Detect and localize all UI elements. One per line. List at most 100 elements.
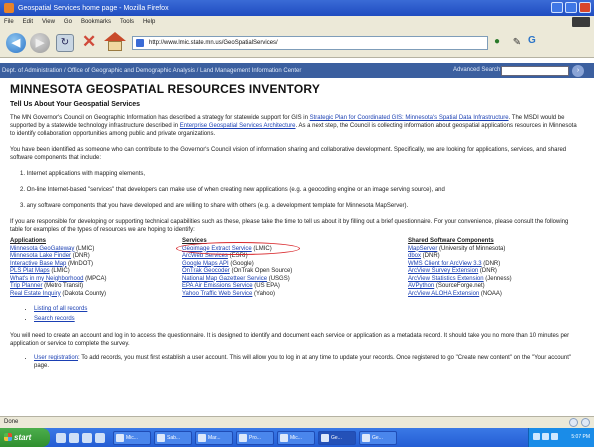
list-item: Yahoo Traffic Web Service (Yahoo) (182, 290, 275, 297)
quick-launch-icon[interactable] (82, 432, 92, 443)
menu-tools[interactable]: Tools (120, 19, 134, 25)
tray-icon[interactable] (533, 433, 540, 440)
list-item: National Map Gazetteer Service (USGS) (182, 275, 290, 282)
menu-view[interactable]: View (42, 19, 55, 25)
list-item: MapServer (University of Minnesota) (408, 245, 506, 252)
go-button[interactable]: ● (494, 36, 500, 47)
user-registration-link[interactable]: User registration (34, 355, 78, 361)
shared-components-column: Shared Software Components MapServer (Un… (408, 238, 578, 298)
window-title: Geospatial Services home page - Mozilla … (18, 4, 169, 12)
status-bar: Done (0, 416, 594, 428)
list-item: ArcView ALOHA Extension (NOAA) (408, 290, 502, 297)
reload-button[interactable]: ↻ (56, 34, 74, 52)
quick-launch-icon[interactable] (69, 432, 79, 443)
component-link[interactable]: dbox (408, 253, 421, 259)
search-engine-icon[interactable]: ✎ (506, 34, 528, 52)
list-item: dbox (DNR) (408, 253, 440, 259)
service-link[interactable]: Yahoo Traffic Web Service (182, 291, 252, 297)
task-button[interactable]: Mic... (277, 430, 315, 445)
taskbar: start Mic... Sab... Mar... Pro... Mic...… (0, 428, 594, 447)
list-item: AVPython (SourceForge.net) (408, 283, 485, 289)
component-link[interactable]: ArcView Survey Extension (408, 268, 478, 274)
search-button[interactable]: G (528, 35, 544, 50)
list-item: Minnesota Lake Finder (DNR) (10, 253, 90, 259)
status-text: Done (4, 419, 19, 425)
menu-go[interactable]: Go (64, 19, 72, 25)
component-link[interactable]: MapServer (408, 246, 437, 252)
advanced-search-link[interactable]: Advanced Search (453, 67, 500, 73)
window-controls (551, 2, 591, 13)
window-titlebar: Geospatial Services home page - Mozilla … (0, 0, 594, 16)
minimize-button[interactable] (551, 2, 563, 13)
architecture-link[interactable]: Enterprise Geospatial Services Architect… (180, 123, 296, 129)
intro-paragraph: The MN Governor's Council on Geographic … (10, 115, 577, 137)
list-item: Interactive Base Map (MnDOT) (10, 260, 94, 267)
list-item: Minnesota GeoGateway (LMIC) (10, 245, 95, 252)
menu-help[interactable]: Help (143, 19, 155, 25)
component-link[interactable]: ArcView ALOHA Extension (408, 291, 479, 297)
task-button[interactable]: Sab... (154, 430, 192, 445)
task-list: Mic... Sab... Mar... Pro... Mic... Ge...… (113, 430, 397, 445)
quick-launch (56, 432, 105, 443)
task-button[interactable]: Ge... (318, 430, 356, 445)
listing-records-link[interactable]: Listing of all records (34, 306, 87, 312)
site-header: Dept. of Administration / Office of Geog… (0, 63, 594, 78)
component-link[interactable]: AVPython (408, 283, 434, 289)
menu-file[interactable]: File (4, 19, 14, 25)
menu-edit[interactable]: Edit (23, 19, 33, 25)
close-button[interactable] (579, 2, 591, 13)
maximize-button[interactable] (565, 2, 577, 13)
update-icon (581, 418, 590, 427)
menu-bookmarks[interactable]: Bookmarks (81, 19, 111, 25)
service-link[interactable]: OnTrak Geocoder (182, 268, 230, 274)
tray-icon[interactable] (542, 433, 549, 440)
app-link[interactable]: What's in my Neighborhood (10, 276, 84, 282)
component-link[interactable]: WMS Client for ArcView 3.3 (408, 261, 482, 267)
component-link[interactable]: ArcView Statistics Extension (408, 276, 484, 282)
services-column: Services Geoimage Extract Service (LMIC)… (176, 238, 408, 298)
task-button[interactable]: Pro... (236, 430, 274, 445)
home-button[interactable] (104, 32, 126, 52)
shared-components-heading: Shared Software Components (408, 238, 494, 244)
app-link[interactable]: Trip Planner (10, 283, 42, 289)
service-link[interactable]: National Map Gazetteer Service (182, 276, 267, 282)
tray-icon[interactable] (551, 433, 558, 440)
list-item: User registration: To add records, you m… (34, 354, 582, 370)
applications-column: Applications Minnesota GeoGateway (LMIC)… (10, 238, 182, 298)
service-link[interactable]: Google Maps API (182, 261, 229, 267)
task-button[interactable]: Ge... (359, 430, 397, 445)
list-item: Trip Planner (Metro Transit) (10, 283, 84, 289)
address-bar[interactable]: http://www.lmic.state.mn.us/GeoSpatialSe… (132, 36, 488, 50)
app-link[interactable]: Real Estate Inquiry (10, 291, 61, 297)
app-link[interactable]: Interactive Base Map (10, 261, 66, 267)
resource-types-list: 1. Internet applications with mapping el… (10, 170, 582, 210)
app-link[interactable]: Minnesota GeoGateway (10, 246, 74, 252)
list-item: What's in my Neighborhood (MPCA) (10, 275, 107, 282)
app-link[interactable]: Minnesota Lake Finder (10, 253, 71, 259)
task-button[interactable]: Mar... (195, 430, 233, 445)
quick-launch-icon[interactable] (95, 432, 105, 443)
highlight-circle (176, 242, 300, 255)
app-link[interactable]: PLS Plat Maps (10, 268, 50, 274)
start-button[interactable]: start (0, 428, 50, 447)
breadcrumb: Dept. of Administration / Office of Geog… (2, 67, 302, 74)
list-item: ArcView Survey Extension (DNR) (408, 268, 497, 274)
account-paragraph: You will need to create an account and l… (10, 333, 570, 347)
task-button[interactable]: Mic... (113, 430, 151, 445)
service-link[interactable]: EPA Air Emissions Service (182, 283, 253, 289)
quick-launch-icon[interactable] (56, 432, 66, 443)
clock: 5:07 PM (571, 434, 590, 440)
security-icon (569, 418, 578, 427)
list-item: Google Maps API (Google) (182, 260, 254, 267)
site-search-input[interactable] (501, 66, 569, 76)
examples-table: Applications Minnesota GeoGateway (LMIC)… (10, 238, 582, 298)
page-content: MINNESOTA GEOSPATIAL RESOURCES INVENTORY… (10, 82, 582, 370)
favicon-icon (136, 39, 144, 47)
forward-button[interactable]: ▶ (30, 33, 50, 53)
stop-button[interactable]: ✕ (82, 32, 96, 52)
site-search-button[interactable]: › (572, 65, 584, 77)
search-records-link[interactable]: Search records (34, 316, 75, 322)
back-button[interactable]: ◀ (6, 33, 26, 53)
address-url: http://www.lmic.state.mn.us/GeoSpatialSe… (149, 40, 278, 46)
strategic-plan-link[interactable]: Strategic Plan for Coordinated GIS: Minn… (310, 115, 509, 121)
